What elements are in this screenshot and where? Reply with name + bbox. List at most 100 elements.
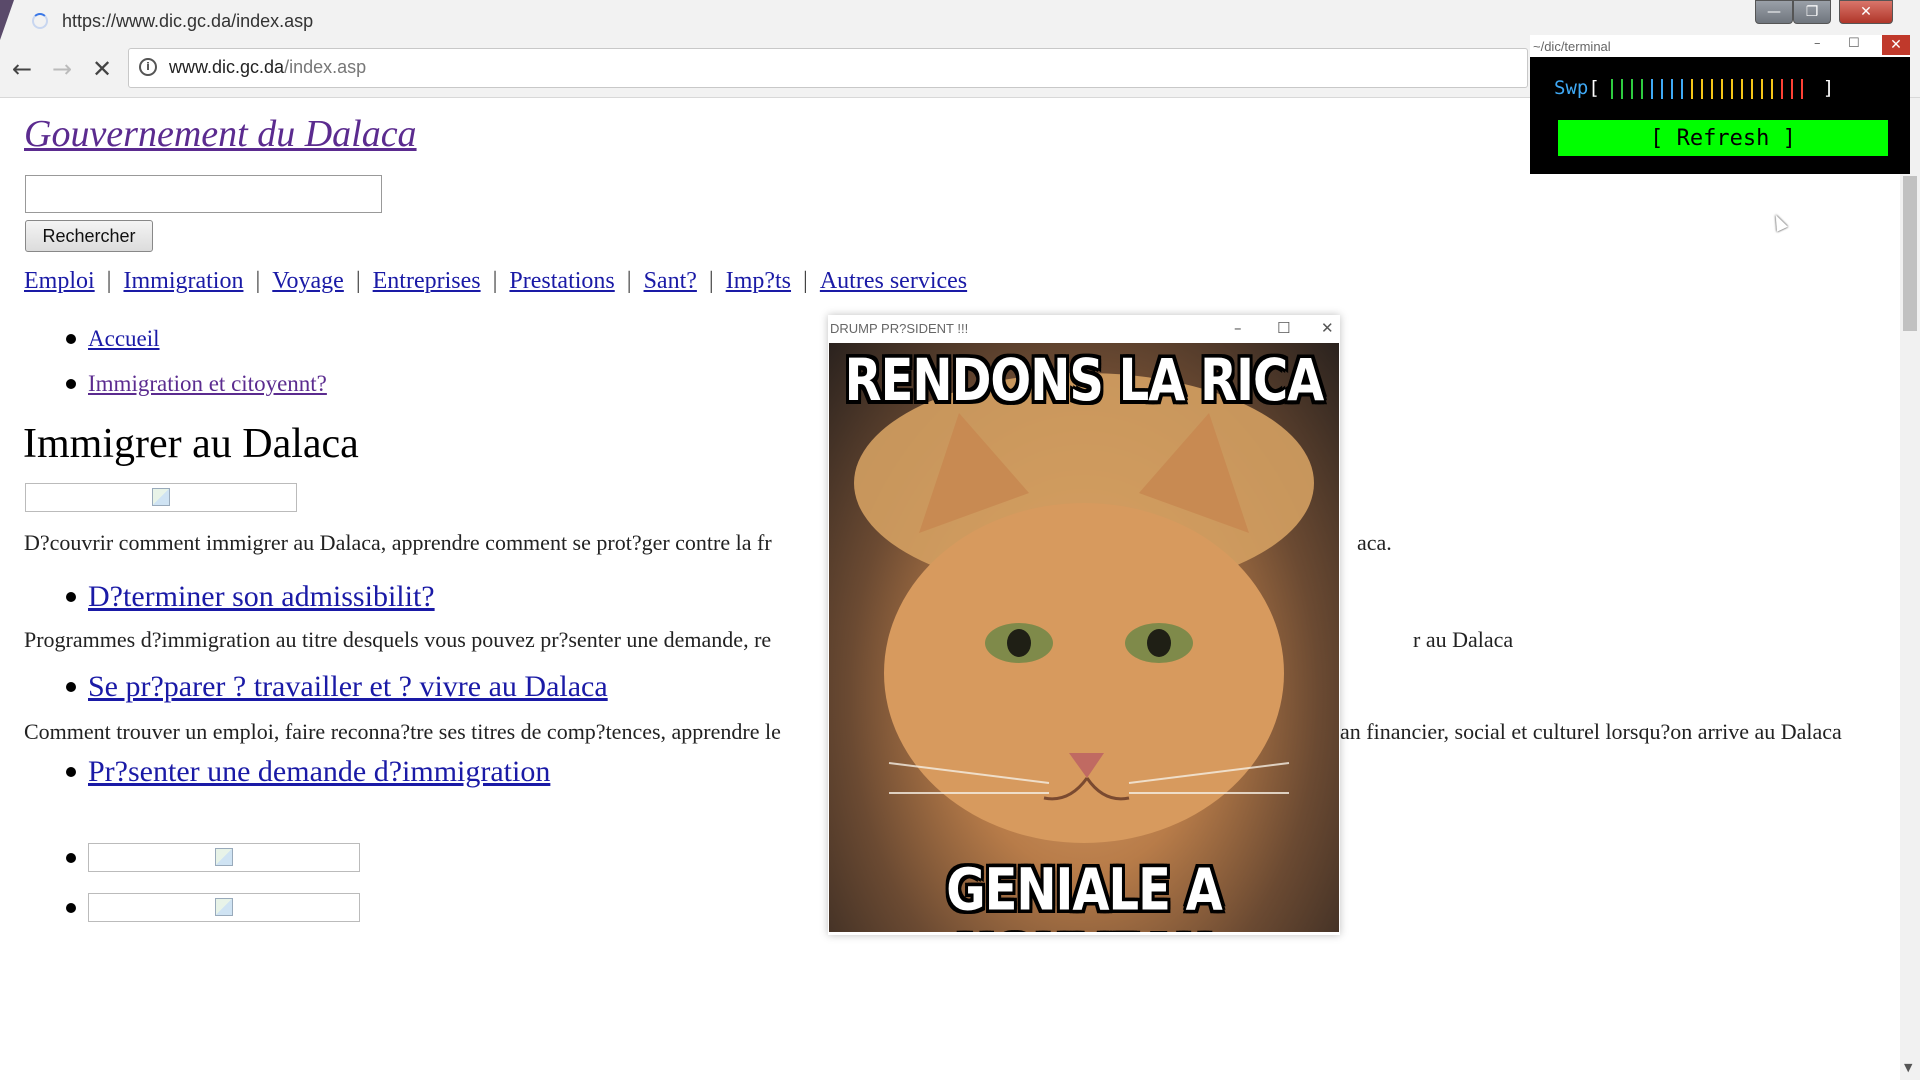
swap-bar <box>1711 78 1714 99</box>
breadcrumb-item: Immigration et citoyennt? <box>66 371 327 397</box>
swap-bar <box>1681 78 1684 99</box>
nav-separator: | <box>255 268 261 294</box>
section-link-admissibilite[interactable]: D?terminer son admissibilit? <box>88 580 435 613</box>
window-restore-button[interactable]: ❐ <box>1793 0 1831 24</box>
nav-link-immigration[interactable]: Immigration <box>123 268 243 294</box>
popup-close-button[interactable]: ✕ <box>1321 319 1334 337</box>
nav-separator: | <box>803 268 808 294</box>
tab-accent <box>0 0 14 40</box>
terminal-minimize-button[interactable]: – <box>1814 36 1821 51</box>
swap-bar <box>1741 78 1744 99</box>
terminal-title: ~/dic/terminal <box>1533 39 1611 54</box>
nav-separator: | <box>708 268 714 294</box>
paragraph-text-tail: an financier, social et culturel lorsqu?… <box>1340 719 1842 744</box>
swap-bar <box>1781 78 1784 99</box>
swap-bar <box>1651 78 1654 99</box>
page-heading: Immigrer au Dalaca <box>23 421 359 467</box>
popup-window: DRUMP PR?SIDENT !!! – ☐ ✕ RENDONS LA RIC… <box>828 315 1340 935</box>
nav-link-voyage[interactable]: Voyage <box>272 268 344 294</box>
popup-minimize-button[interactable]: – <box>1234 319 1242 337</box>
nav-link-prestations[interactable]: Prestations <box>509 268 614 294</box>
nav-separator: | <box>492 268 498 294</box>
back-button[interactable]: ← <box>12 55 32 83</box>
cat-meme-image: RENDONS LA RICA GENIALE A NOUVEAU <box>829 343 1339 932</box>
swap-bar <box>1721 78 1724 99</box>
stop-loading-button[interactable]: ✕ <box>92 55 112 83</box>
section-description: Comment trouver un emploi, faire reconna… <box>24 719 1842 745</box>
url-path: /index.asp <box>284 57 367 77</box>
swap-bar <box>1791 78 1794 99</box>
scrollbar-thumb[interactable] <box>1903 176 1917 331</box>
url-text[interactable]: www.dic.gc.da/index.asp <box>169 57 366 78</box>
tab-title[interactable]: https://www.dic.gc.da/index.asp <box>62 11 313 32</box>
swap-bracket-close: ] <box>1822 77 1835 99</box>
list-item <box>66 893 360 922</box>
section-description: Programmes d?immigration au titre desque… <box>24 627 1513 653</box>
breadcrumb-link-accueil[interactable]: Accueil <box>88 326 160 351</box>
site-title-link[interactable]: Gouvernement du Dalaca <box>24 112 417 156</box>
nav-separator: | <box>106 268 112 294</box>
terminal-close-button[interactable]: ✕ <box>1882 35 1910 55</box>
nav-link-impots[interactable]: Imp?ts <box>726 268 791 294</box>
info-icon[interactable]: i <box>139 58 157 76</box>
list-item: D?terminer son admissibilit? <box>66 580 435 614</box>
meme-top-caption: RENDONS LA RICA <box>844 347 1325 415</box>
search-input[interactable] <box>25 175 382 213</box>
swap-bar <box>1671 78 1674 99</box>
nav-link-sante[interactable]: Sant? <box>644 268 697 294</box>
nav-link-emploi[interactable]: Emploi <box>24 268 95 294</box>
broken-image[interactable] <box>88 893 360 922</box>
swap-bar <box>1641 78 1644 99</box>
breadcrumb-link-immigration[interactable]: Immigration et citoyennt? <box>88 371 327 396</box>
paragraph-text: D?couvrir comment immigrer au Dalaca, ap… <box>24 530 772 555</box>
section-link-se-preparer[interactable]: Se pr?parer ? travailler et ? vivre au D… <box>88 670 608 703</box>
swap-bar <box>1691 78 1694 99</box>
nav-separator: | <box>626 268 632 294</box>
swap-label: Swp <box>1554 77 1589 99</box>
swap-bar <box>1801 78 1804 99</box>
section-link-presenter-demande[interactable]: Pr?senter une demande d?immigration <box>88 755 550 788</box>
cat-illustration <box>854 373 1314 843</box>
nav-link-entreprises[interactable]: Entreprises <box>373 268 481 294</box>
popup-maximize-button[interactable]: ☐ <box>1277 319 1290 337</box>
window-close-button[interactable]: ✕ <box>1839 0 1893 24</box>
broken-image[interactable] <box>88 843 360 872</box>
swap-bar <box>1661 78 1664 99</box>
swap-bar <box>1701 78 1704 99</box>
terminal-titlebar[interactable]: ~/dic/terminal – ☐ ✕ <box>1530 35 1910 57</box>
broken-image-icon <box>152 488 170 506</box>
swap-bar <box>1761 78 1764 99</box>
broken-image <box>25 483 297 512</box>
search-button[interactable]: Rechercher <box>25 220 153 252</box>
forward-button[interactable]: → <box>52 55 72 83</box>
popup-title: DRUMP PR?SIDENT !!! <box>830 321 969 336</box>
swap-bar <box>1611 78 1614 99</box>
swap-bar <box>1621 78 1624 99</box>
broken-image-icon <box>215 848 233 866</box>
url-host: www.dic.gc.da <box>169 57 285 77</box>
paragraph-text-tail: aca. <box>1357 530 1392 555</box>
main-navigation: Emploi | Immigration | Voyage | Entreprises | Pr… <box>24 268 967 295</box>
paragraph-text-tail: r au Dalaca <box>1413 627 1514 652</box>
swap-bar <box>1631 78 1634 99</box>
nav-link-autres-services[interactable]: Autres services <box>820 268 967 294</box>
swap-bar <box>1771 78 1774 99</box>
breadcrumb-item: Accueil <box>66 326 160 352</box>
swap-bracket-open: [ <box>1588 77 1600 99</box>
refresh-button[interactable]: [ Refresh ] <box>1558 120 1888 156</box>
scroll-down-arrow-icon[interactable]: ▼ <box>1904 1061 1912 1074</box>
broken-image-icon <box>215 898 233 916</box>
swap-bar <box>1751 78 1754 99</box>
loading-spinner-icon <box>32 13 48 29</box>
swap-bars <box>1611 77 1811 99</box>
meme-bottom-caption: GENIALE A NOUVEAU <box>946 856 1223 932</box>
nav-separator: | <box>355 268 361 294</box>
page-scrollbar[interactable]: ▼ <box>1900 98 1920 1080</box>
window-minimize-button[interactable]: — <box>1755 0 1793 24</box>
terminal-window: ~/dic/terminal – ☐ ✕ Swp[ ] [ Refresh ] <box>1530 35 1910 174</box>
list-item: Pr?senter une demande d?immigration <box>65 755 550 789</box>
popup-titlebar[interactable]: DRUMP PR?SIDENT !!! – ☐ ✕ <box>828 315 1340 343</box>
terminal-maximize-button[interactable]: ☐ <box>1848 36 1860 51</box>
address-bar[interactable]: i www.dic.gc.da/index.asp <box>128 48 1528 88</box>
paragraph-text: Programmes d?immigration au titre desque… <box>24 627 772 652</box>
